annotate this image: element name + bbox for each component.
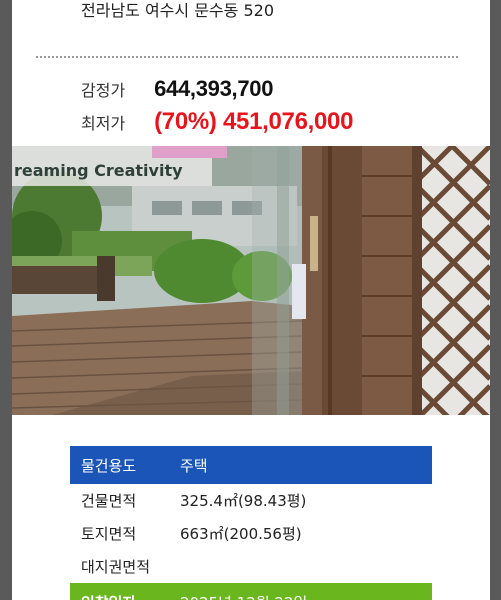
detail-row-building-area: 건물면적 325.4㎡(98.43평)	[70, 484, 432, 517]
detail-row-bid-date: 입찰일자 2025년 12월 22일	[70, 583, 432, 600]
sign-text: reaming Creativity	[14, 161, 183, 180]
minimum-value: (70%) 451,076,000	[154, 108, 354, 135]
detail-label: 대지권면적	[81, 558, 151, 576]
listing-card: 전라남도 여수시 문수동 520 감정가 644,393,700 최저가 (70…	[12, 0, 490, 600]
property-address: 전라남도 여수시 문수동 520	[81, 1, 274, 20]
property-details-table: 물건용도 주택 건물면적 325.4㎡(98.43평) 토지면적 663㎡(20…	[70, 446, 432, 600]
detail-row-land-right-area: 대지권면적	[70, 550, 432, 583]
detail-value: 주택	[180, 456, 208, 475]
detail-label: 물건용도	[81, 456, 137, 475]
detail-value: 2025년 12월 22일	[180, 592, 307, 600]
dotted-divider	[36, 56, 458, 58]
minimum-label: 최저가	[81, 114, 126, 133]
detail-label: 건물면적	[81, 492, 137, 510]
detail-label: 토지면적	[81, 525, 137, 543]
appraisal-label: 감정가	[81, 81, 126, 100]
detail-row-usage: 물건용도 주택	[70, 446, 432, 484]
detail-value: 663㎡(200.56평)	[180, 525, 302, 543]
property-photo[interactable]: reaming Creativity	[12, 146, 490, 415]
detail-row-land-area: 토지면적 663㎡(200.56평)	[70, 517, 432, 550]
appraisal-price-row: 감정가 644,393,700	[81, 76, 273, 102]
appraisal-value: 644,393,700	[154, 76, 274, 101]
detail-value: 325.4㎡(98.43평)	[180, 492, 307, 510]
detail-label: 입찰일자	[70, 592, 180, 600]
minimum-price-row: 최저가 (70%) 451,076,000	[81, 108, 353, 136]
